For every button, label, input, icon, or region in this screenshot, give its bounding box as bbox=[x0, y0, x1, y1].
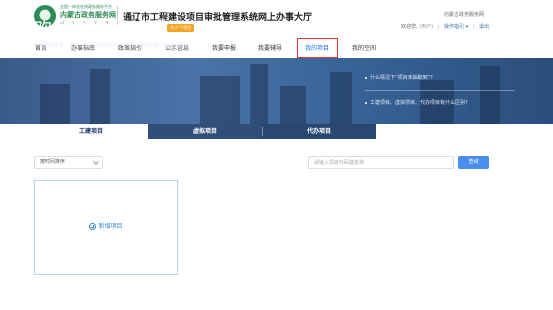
nav-active-highlight bbox=[297, 38, 338, 58]
banner-tip-text: 什么情况下“项目未抽取到”？ bbox=[370, 75, 436, 81]
banner-tip-link[interactable]: 工建项目、虚拟项目、代办项目有什么区别? bbox=[365, 99, 468, 106]
nav-item-my-space[interactable]: 我的空间 bbox=[352, 43, 376, 52]
project-count-badge: 共 0 个项目 bbox=[167, 24, 195, 32]
banner-subtitle: 在我的项目里，您可以新增及管理项目，通过生命周期图了解项目进展 bbox=[34, 43, 190, 49]
banner-building bbox=[280, 86, 306, 124]
separator: | bbox=[437, 24, 440, 30]
bullet-icon bbox=[365, 101, 367, 104]
search-button[interactable]: 查询 bbox=[458, 156, 489, 169]
nav-item-apply[interactable]: 我要申报 bbox=[212, 43, 236, 52]
banner bbox=[0, 58, 553, 124]
logout-link[interactable]: 退出 bbox=[479, 24, 489, 30]
add-project-card[interactable]: 新增项目 bbox=[34, 180, 178, 275]
banner-building bbox=[330, 72, 352, 124]
tab-virtual-projects[interactable]: 虚拟项目 bbox=[148, 124, 262, 139]
banner-building bbox=[40, 84, 70, 124]
sort-select-value: 按时间排序 bbox=[40, 159, 66, 165]
top-site-link[interactable]: 内蒙古政务服务网 bbox=[444, 11, 484, 18]
project-tabs: 工建项目 虚拟项目 代办项目 bbox=[34, 124, 376, 139]
user-name[interactable]: (用户) bbox=[419, 24, 433, 30]
search-input[interactable] bbox=[308, 156, 454, 169]
chevron-down-icon bbox=[93, 159, 99, 165]
plus-circle-icon bbox=[89, 223, 97, 230]
add-project-label: 新增项目 bbox=[98, 223, 123, 230]
banner-building bbox=[90, 69, 110, 124]
ops-guide-dropdown[interactable]: 操作指引 ▾ bbox=[444, 24, 468, 30]
banner-title: 欢迎进入我的项目 bbox=[34, 19, 186, 40]
welcome-text: 欢迎您, bbox=[401, 24, 418, 30]
banner-building bbox=[200, 76, 240, 124]
bullet-icon bbox=[365, 76, 367, 79]
user-bar: 欢迎您, (用户) | 操作指引 ▾ | 退出 bbox=[401, 23, 489, 30]
sort-select[interactable]: 按时间排序 bbox=[34, 156, 103, 169]
banner-tip-text: 工建项目、虚拟项目、代办项目有什么区别? bbox=[370, 100, 468, 106]
banner-building bbox=[250, 64, 268, 124]
tip-divider bbox=[365, 90, 515, 91]
tab-construction-projects[interactable]: 工建项目 bbox=[34, 124, 148, 139]
banner-tip-link[interactable]: 什么情况下“项目未抽取到”？ bbox=[365, 74, 435, 81]
separator: | bbox=[472, 24, 475, 30]
tab-agent-projects[interactable]: 代办项目 bbox=[262, 124, 376, 139]
add-project-action[interactable]: 新增项目 bbox=[35, 221, 177, 230]
banner-building bbox=[480, 66, 500, 124]
nav-item-coaching[interactable]: 我要辅导 bbox=[258, 43, 282, 52]
